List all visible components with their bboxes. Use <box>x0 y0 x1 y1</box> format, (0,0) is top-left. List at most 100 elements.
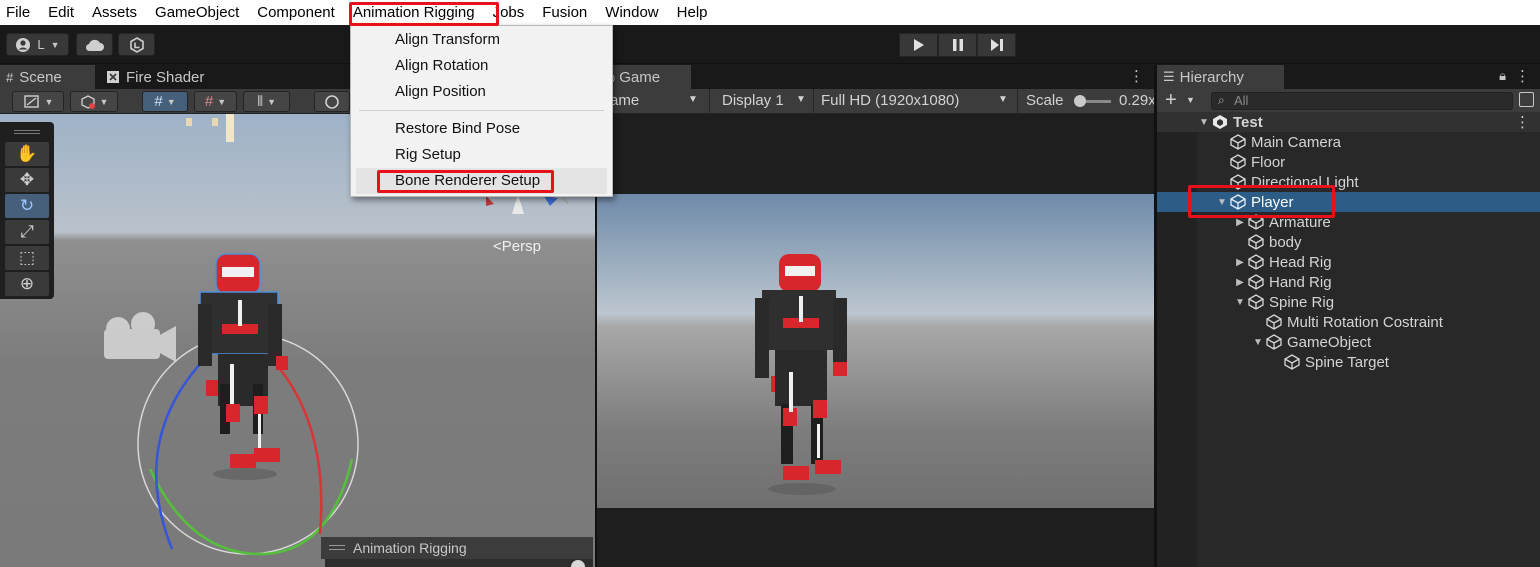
gameobject-cube-icon <box>1248 214 1264 230</box>
cube-shading-icon <box>80 94 95 109</box>
menu-separator <box>359 110 604 111</box>
hierarchy-item-main-camera[interactable]: Main Camera <box>1157 132 1540 152</box>
menu-component[interactable]: Component <box>248 0 344 25</box>
menu-assets[interactable]: Assets <box>83 0 146 25</box>
play-button[interactable] <box>899 33 938 57</box>
hierarchy-item-spine-rig[interactable]: ▼ Spine Rig <box>1157 292 1540 312</box>
hierarchy-search-input[interactable]: ⌕ All <box>1211 92 1513 110</box>
hierarchy-item-gameobject[interactable]: ▼ GameObject <box>1157 332 1540 352</box>
chevron-down-icon: ▼ <box>50 39 60 50</box>
menu-item-align-position[interactable]: Align Position <box>351 79 612 105</box>
scale-slider[interactable] <box>1074 95 1111 107</box>
draw-mode-dropdown[interactable]: ▼ <box>12 91 64 112</box>
collab-button[interactable] <box>118 33 155 56</box>
pause-button[interactable] <box>938 33 977 57</box>
grid-icon: # <box>6 69 14 85</box>
menu-item-restore-bind-pose[interactable]: Restore Bind Pose <box>351 116 612 142</box>
animation-rigging-overlay[interactable]: Animation Rigging <box>321 537 593 559</box>
hierarchy-item-label: Spine Rig <box>1269 293 1335 311</box>
lock-icon[interactable]: 🔒︎ <box>1499 68 1506 84</box>
hierarchy-item-floor[interactable]: Floor <box>1157 152 1540 172</box>
rect-tool-button[interactable]: ⬚ <box>5 246 49 270</box>
hierarchy-item-body[interactable]: body <box>1157 232 1540 252</box>
game-viewport[interactable] <box>597 194 1154 508</box>
tab-hierarchy-label: Hierarchy <box>1179 68 1244 86</box>
hierarchy-item-label: Multi Rotation Costraint <box>1287 313 1443 331</box>
chevron-down-icon: ▼ <box>998 94 1008 105</box>
expand-arrow-icon[interactable]: ▼ <box>1215 197 1229 208</box>
increment-snap-toggle[interactable]: # ▼ <box>194 91 237 112</box>
hierarchy-item-label: Head Rig <box>1269 253 1332 271</box>
collapse-arrow-icon[interactable]: ▶ <box>1233 277 1247 288</box>
game-tabstrip: ◉ Game ⋮ <box>597 65 1154 89</box>
hierarchy-toolbar: + ▼ ⌕ All <box>1157 89 1540 113</box>
more-options-icon[interactable]: ⋮ <box>1515 113 1530 131</box>
visibility-toggle[interactable] <box>314 91 350 112</box>
menu-jobs[interactable]: Jobs <box>484 0 534 25</box>
palette-grip-icon[interactable] <box>14 130 40 134</box>
scene-row-test[interactable]: ▼ Test ⋮ <box>1157 112 1540 132</box>
menu-file[interactable]: File <box>0 0 39 25</box>
gameobject-cube-icon <box>1266 314 1282 330</box>
shader-graph-icon <box>107 71 119 83</box>
expand-arrow-icon[interactable]: ▼ <box>1197 117 1211 128</box>
hierarchy-item-spine-target[interactable]: Spine Target <box>1157 352 1540 372</box>
collab-icon <box>129 36 144 53</box>
menu-window[interactable]: Window <box>596 0 667 25</box>
hierarchy-item-multi-rotation-constraint[interactable]: Multi Rotation Costraint <box>1157 312 1540 332</box>
hierarchy-item-head-rig[interactable]: ▶ Head Rig <box>1157 252 1540 272</box>
menu-item-rig-setup[interactable]: Rig Setup <box>351 142 612 168</box>
menu-gameobject[interactable]: GameObject <box>146 0 248 25</box>
collapse-arrow-icon[interactable]: ▶ <box>1233 217 1247 228</box>
hierarchy-item-player[interactable]: ▼ Player <box>1157 192 1540 212</box>
add-icon[interactable]: + <box>1165 89 1177 112</box>
tab-hierarchy[interactable]: ☰ Hierarchy <box>1157 65 1284 89</box>
hierarchy-item-armature[interactable]: ▶ Armature <box>1157 212 1540 232</box>
account-dropdown[interactable]: L ▼ <box>6 33 69 56</box>
menu-item-align-transform[interactable]: Align Transform <box>351 27 612 53</box>
menu-help[interactable]: Help <box>668 0 717 25</box>
gameobject-cube-icon <box>1230 154 1246 170</box>
expand-arrow-icon[interactable]: ▼ <box>1233 297 1247 308</box>
shading-dropdown[interactable]: ▼ <box>70 91 118 112</box>
scale-icon: ⤢ <box>20 222 34 241</box>
audio-fx-toggle[interactable]: ⦀ ▼ <box>243 91 290 112</box>
collapse-arrow-icon[interactable]: ▶ <box>1233 257 1247 268</box>
more-options-icon[interactable]: ⋮ <box>1515 67 1530 85</box>
scale-slider-thumb[interactable] <box>1074 95 1086 107</box>
transform-tool-button[interactable]: ⊕ <box>5 272 49 296</box>
search-icon: ⌕ <box>1218 93 1225 107</box>
scene-tool-palette: ✋ ✥ ↻ ⤢ ⬚ ⊕ <box>0 122 54 299</box>
menu-edit[interactable]: Edit <box>39 0 83 25</box>
move-icon: ✥ <box>19 170 35 189</box>
gameobject-cube-icon <box>1230 174 1246 190</box>
resolution-dropdown[interactable]: Full HD (1920x1080) <box>821 92 959 109</box>
main-toolbar: L ▼ <box>0 25 1540 64</box>
scale-tool-button[interactable]: ⤢ <box>5 220 49 244</box>
chevron-down-icon[interactable]: ▼ <box>1186 95 1195 105</box>
expand-arrow-icon[interactable]: ▼ <box>1251 337 1265 348</box>
step-button[interactable] <box>977 33 1016 57</box>
tab-scene[interactable]: # Scene <box>0 65 95 89</box>
overlay-title: Animation Rigging <box>353 540 467 556</box>
circle-icon <box>325 94 339 109</box>
rotate-tool-button[interactable]: ↻ <box>5 194 49 218</box>
persp-label[interactable]: <Persp <box>493 238 541 255</box>
cloud-button[interactable] <box>76 33 113 56</box>
hierarchy-item-directional-light[interactable]: Directional Light <box>1157 172 1540 192</box>
hand-tool-button[interactable]: ✋ <box>5 142 49 166</box>
menu-item-bone-renderer-setup[interactable]: Bone Renderer Setup <box>356 168 607 194</box>
more-options-icon[interactable]: ⋮ <box>1129 67 1144 85</box>
move-tool-button[interactable]: ✥ <box>5 168 49 192</box>
menu-animation-rigging[interactable]: Animation Rigging <box>344 0 484 25</box>
scene-search-icon[interactable] <box>1519 92 1534 107</box>
display-dropdown[interactable]: Display 1 <box>722 92 784 109</box>
add-icon[interactable] <box>571 560 585 567</box>
game-mode-dropdown[interactable]: ame <box>610 92 639 109</box>
grid-snap-toggle[interactable]: # ▼ <box>142 91 188 112</box>
menu-fusion[interactable]: Fusion <box>533 0 596 25</box>
hierarchy-item-hand-rig[interactable]: ▶ Hand Rig <box>1157 272 1540 292</box>
playmode-controls <box>899 33 1016 57</box>
menu-item-align-rotation[interactable]: Align Rotation <box>351 53 612 79</box>
tab-fire-shader[interactable]: Fire Shader <box>99 65 229 89</box>
